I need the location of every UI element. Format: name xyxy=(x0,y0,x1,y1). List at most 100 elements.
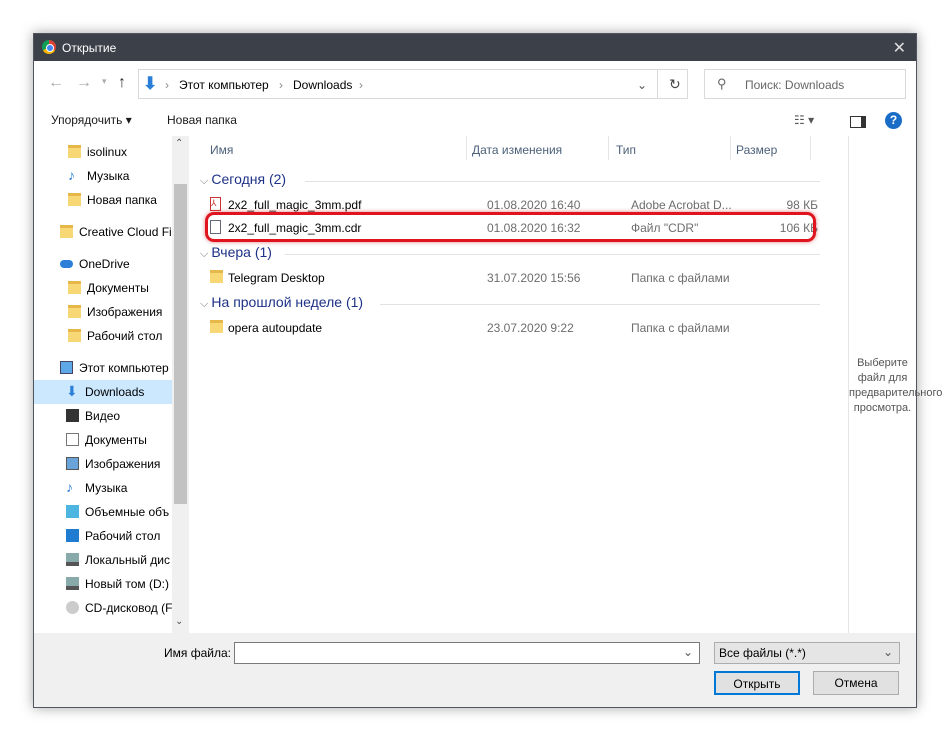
back-button[interactable]: ← xyxy=(48,74,64,92)
help-button[interactable]: ? xyxy=(885,112,902,129)
open-button[interactable]: Открыть xyxy=(714,671,800,695)
up-button[interactable]: ↑ xyxy=(118,74,126,92)
sidebar-item-label: OneDrive xyxy=(79,257,130,271)
cd-icon xyxy=(66,601,79,614)
sidebar-item[interactable]: Документы xyxy=(34,276,172,300)
column-name[interactable]: Имя xyxy=(210,143,233,157)
sidebar-item[interactable]: ♪ Музыка xyxy=(34,164,172,188)
file-row[interactable]: Telegram Desktop 31.07.2020 15:56 Папка с … xyxy=(208,267,818,289)
column-size[interactable]: Размер xyxy=(736,143,777,157)
chevron-down-icon: ⌄ xyxy=(882,645,893,659)
sidebar-item-label: Видео xyxy=(85,409,121,423)
sidebar-item[interactable]: Объемные объ xyxy=(34,500,172,524)
forward-button[interactable]: → xyxy=(76,74,92,92)
sidebar-item-label: Музыка xyxy=(85,481,128,495)
sidebar-item-label: Документы xyxy=(87,281,149,295)
breadcrumb-downloads[interactable]: Downloads xyxy=(293,78,352,92)
highlight-annotation xyxy=(205,212,816,242)
file-name: 2x2_full_magic_3mm.pdf xyxy=(228,198,362,212)
toolbar: Упорядочить ▾ Новая папка ☷ ▾ ? xyxy=(34,108,916,136)
new-folder-button[interactable]: Новая папка xyxy=(167,113,237,127)
sidebar-item[interactable]: Новая папка xyxy=(34,188,172,212)
sidebar-item[interactable]: Рабочий стол xyxy=(34,524,172,548)
group-header[interactable]: ⌵ Вчера (1) xyxy=(200,244,820,261)
file-list: Имя Дата изменения Тип Размер ⌵ Сегодня … xyxy=(190,136,848,633)
sidebar-item-label: Рабочий стол xyxy=(85,529,161,543)
folder-icon xyxy=(68,145,81,158)
sidebar-item-label: Объемные объ xyxy=(85,505,170,519)
sidebar-item[interactable]: ♪ Музыка xyxy=(34,476,172,500)
sidebar-item[interactable]: isolinux xyxy=(34,140,172,164)
music-icon: ♪ xyxy=(66,479,73,495)
filename-input[interactable]: ⌄ xyxy=(234,642,700,664)
column-date[interactable]: Дата изменения xyxy=(472,143,562,157)
sidebar-item-label: Downloads xyxy=(85,385,145,399)
chevron-down-icon[interactable]: ⌄ xyxy=(683,645,693,659)
organize-button[interactable]: Упорядочить ▾ xyxy=(51,113,132,127)
file-name: Telegram Desktop xyxy=(228,271,325,285)
sidebar-item[interactable]: Локальный дис xyxy=(34,548,172,572)
document-icon xyxy=(66,433,79,446)
sidebar-item-label: Документы xyxy=(85,433,147,447)
scrollbar-thumb[interactable] xyxy=(174,184,187,504)
3d-icon xyxy=(66,505,79,518)
music-icon: ♪ xyxy=(68,167,75,183)
image-icon xyxy=(66,457,79,470)
chrome-icon xyxy=(42,40,56,54)
column-type[interactable]: Тип xyxy=(616,143,636,157)
sidebar-item[interactable]: Изображения xyxy=(34,452,172,476)
folder-icon xyxy=(68,193,81,206)
chevron-right-icon[interactable]: › xyxy=(359,78,363,92)
preview-pane: Выберите файл для предварительного просм… xyxy=(848,136,942,633)
sidebar-item-label: Creative Cloud Fil xyxy=(79,225,172,239)
chevron-down-icon[interactable]: ⌄ xyxy=(637,78,647,92)
folder-icon xyxy=(68,281,81,294)
computer-icon xyxy=(60,361,73,374)
file-date: 01.08.2020 16:40 xyxy=(487,198,581,212)
sidebar-item[interactable]: Новый том (D:) xyxy=(34,572,172,596)
file-type: Adobe Acrobat D... xyxy=(631,198,732,212)
sidebar-item[interactable]: Изображения xyxy=(34,300,172,324)
sidebar-item-label: Музыка xyxy=(87,169,130,183)
sidebar-item-label: Этот компьютер xyxy=(79,361,169,375)
recent-dropdown[interactable]: ▾ xyxy=(102,76,107,87)
sidebar-item[interactable]: Видео xyxy=(34,404,172,428)
download-icon: ⬇ xyxy=(143,74,158,93)
desktop-icon xyxy=(66,529,79,542)
close-button[interactable]: ✕ xyxy=(893,38,906,58)
sidebar-item[interactable]: ⬇ Downloads xyxy=(34,380,172,404)
address-bar[interactable]: ⬇ › Этот компьютер › Downloads › ⌄ ↻ xyxy=(138,69,688,99)
sidebar-item[interactable]: Документы xyxy=(34,428,172,452)
navigation-pane: isolinux ♪ Музыка Новая папка Creative Cloud… xyxy=(34,136,189,633)
bottom-panel: Имя файла: ⌄ Все файлы (*.*) ⌄ Открыть О… xyxy=(34,633,916,707)
sidebar-item[interactable]: Рабочий стол xyxy=(34,324,172,348)
breadcrumb-computer[interactable]: Этот компьютер xyxy=(179,78,269,92)
folder-icon xyxy=(210,320,223,333)
file-date: 31.07.2020 15:56 xyxy=(487,271,581,285)
sidebar-item[interactable]: OneDrive xyxy=(34,252,172,276)
filetype-select[interactable]: Все файлы (*.*) ⌄ xyxy=(714,642,900,664)
sidebar-item-label: Изображения xyxy=(87,305,163,319)
sidebar-item[interactable]: Этот компьютер xyxy=(34,356,172,380)
download-icon: ⬇ xyxy=(66,383,78,399)
file-name: opera autoupdate xyxy=(228,321,323,335)
chevron-right-icon: › xyxy=(279,78,283,92)
refresh-button[interactable]: ↻ xyxy=(669,76,681,93)
drive-icon xyxy=(66,553,79,566)
group-header[interactable]: ⌵ Сегодня (2) xyxy=(200,171,820,188)
sidebar-item[interactable]: CD-дисковод (F xyxy=(34,596,172,620)
preview-pane-button[interactable] xyxy=(850,116,866,128)
sidebar-item-label: isolinux xyxy=(87,145,128,159)
view-options-button[interactable]: ☷ ▾ xyxy=(794,113,814,127)
group-label: Сегодня (2) xyxy=(211,171,287,187)
title-bar: Открытие ✕ xyxy=(34,34,916,61)
search-icon: ⚲ xyxy=(717,76,727,91)
group-header[interactable]: ⌵ На прошлой неделе (1) xyxy=(200,294,820,311)
search-input[interactable]: ⚲ Поиск: Downloads xyxy=(704,69,906,99)
sidebar-item[interactable]: Creative Cloud Fil xyxy=(34,220,172,244)
file-date: 23.07.2020 9:22 xyxy=(487,321,574,335)
file-row[interactable]: opera autoupdate 23.07.2020 9:22 Папка с ф… xyxy=(208,317,818,339)
cancel-button[interactable]: Отмена xyxy=(813,671,899,695)
pdf-icon: ⅄ xyxy=(210,197,221,211)
folder-icon xyxy=(210,270,223,283)
